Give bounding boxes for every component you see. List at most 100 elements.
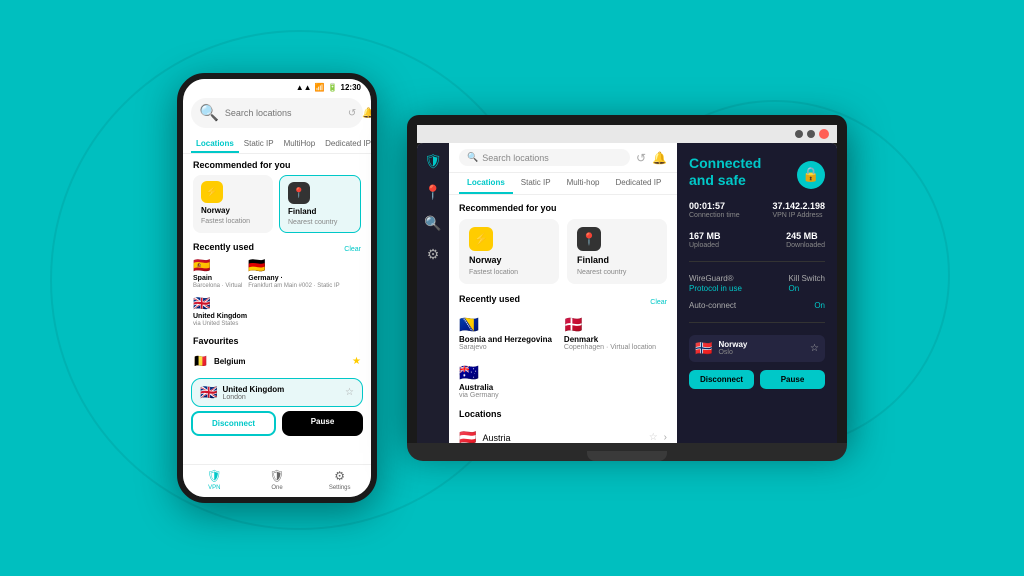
laptop-search-area: 🔍 Search locations ↺ 🔔 xyxy=(449,143,677,173)
austria-star[interactable]: ☆ xyxy=(649,432,658,443)
laptop-rec-finland-icon: 📍 xyxy=(577,227,601,251)
laptop-filter-icon[interactable]: ↺ xyxy=(636,151,646,165)
bosnia-city: Sarajevo xyxy=(459,344,487,351)
conn-feature-row: WireGuard® Protocol in use Kill Switch O… xyxy=(689,274,825,293)
nav-settings[interactable]: ⚙ Settings xyxy=(308,469,371,491)
austria-chevron[interactable]: › xyxy=(664,432,667,443)
conn-ip-val: 37.142.2.198 xyxy=(772,201,825,211)
screen-dot-2 xyxy=(807,130,815,138)
close-button[interactable] xyxy=(819,129,829,139)
disconnect-button[interactable]: Disconnect xyxy=(191,411,276,436)
conn-stat-ip: 37.142.2.198 VPN IP Address xyxy=(772,201,825,219)
phone-recent-list: 🇪🇸 Spain Barcelona · Virtual 🇩🇪 Germany … xyxy=(193,257,361,327)
uk-city: via United States xyxy=(193,321,238,327)
status-time: 12:30 xyxy=(341,83,361,92)
conn-downloaded-val: 245 MB xyxy=(786,231,825,241)
conn-action-buttons: Disconnect Pause xyxy=(689,370,825,389)
connected-header-row: Connected and safe 🔒 xyxy=(689,155,825,189)
denmark-city: Copenhagen · Virtual location xyxy=(564,344,656,351)
conn-stats-row2: 167 MB Uploaded 245 MB Downloaded xyxy=(689,231,825,249)
fav-belgium[interactable]: 🇧🇪 Belgium ★ xyxy=(193,351,361,371)
norway-star-connected[interactable]: ☆ xyxy=(810,343,819,354)
search-input[interactable] xyxy=(225,108,342,118)
tab-dedicated-ip[interactable]: Dedicated IP xyxy=(320,136,371,153)
laptop-rec-norway-name: Norway xyxy=(469,255,549,265)
laptop-tabs: Locations Static IP Multi-hop Dedicated … xyxy=(449,173,677,195)
recent-spain[interactable]: 🇪🇸 Spain Barcelona · Virtual xyxy=(193,257,242,289)
phone-content: 🔍 ↺ 🔔 Locations Static IP MultiHop Dedic… xyxy=(183,94,371,462)
conn-autoconnect-val: On xyxy=(814,301,825,310)
rec-card-norway[interactable]: ⚡ Norway Fastest location xyxy=(193,175,273,233)
connected-bar: 🇬🇧 United Kingdom London ☆ xyxy=(191,378,363,407)
laptop-rec-norway[interactable]: ⚡ Norway Fastest location xyxy=(459,219,559,284)
laptop-rec-finland[interactable]: 📍 Finland Nearest country xyxy=(567,219,667,284)
screen-dot-1 xyxy=(795,130,803,138)
laptop-search-box[interactable]: 🔍 Search locations xyxy=(459,149,630,166)
laptop-base xyxy=(407,443,847,461)
battery-icon: 🔋 xyxy=(328,83,338,92)
connected-name: United Kingdom xyxy=(222,385,340,394)
laptop-recent-australia[interactable]: 🇦🇺 Australia via Germany xyxy=(459,363,499,399)
belgium-name: Belgium xyxy=(214,357,346,366)
tab-static-ip[interactable]: Static IP xyxy=(239,136,279,153)
pause-button[interactable]: Pause xyxy=(282,411,363,436)
laptop: 🛡 📍 🔍 ⚙ 🔍 Search locations ↺ 🔔 xyxy=(407,115,847,461)
recent-germany[interactable]: 🇩🇪 Germany · Frankfurt am Main #002 · St… xyxy=(248,257,339,289)
spain-name: Spain xyxy=(193,275,212,282)
conn-wireguard-sub: Protocol in use xyxy=(689,284,742,293)
nav-vpn[interactable]: 🛡 VPN xyxy=(183,469,246,491)
laptop-recently-used-title: Recently used xyxy=(459,294,520,304)
phone-recommended-section: Recommended for you ⚡ Norway Fastest loc… xyxy=(183,154,371,236)
connected-title: Connected and safe xyxy=(689,155,761,189)
nav-one[interactable]: 🛡 One xyxy=(246,469,309,491)
conn-norway-row[interactable]: 🇳🇴 Norway Oslo ☆ xyxy=(689,335,825,362)
spain-flag: 🇪🇸 xyxy=(193,257,210,274)
clear-button[interactable]: Clear xyxy=(344,246,361,253)
laptop-loc-austria[interactable]: 🇦🇹 Austria ☆ › xyxy=(459,425,667,443)
belgium-flag: 🇧🇪 xyxy=(193,354,208,368)
laptop-bell-icon[interactable]: 🔔 xyxy=(652,151,667,165)
laptop-scroll-area: Recommended for you ⚡ Norway Fastest loc… xyxy=(449,195,677,443)
australia-flag-recent: 🇦🇺 xyxy=(459,363,479,383)
phone-recent-section: Recently used Clear 🇪🇸 Spain Barcelona ·… xyxy=(183,236,371,330)
laptop-disconnect-button[interactable]: Disconnect xyxy=(689,370,754,389)
conn-uploaded-val: 167 MB xyxy=(689,231,721,241)
laptop-pause-button[interactable]: Pause xyxy=(760,370,825,389)
conn-autoconnect-row: Auto-connect On xyxy=(689,301,825,310)
laptop-screen-outer: 🛡 📍 🔍 ⚙ 🔍 Search locations ↺ 🔔 xyxy=(407,115,847,443)
denmark-name: Denmark xyxy=(564,335,598,344)
laptop-recommended-title: Recommended for you xyxy=(459,203,667,213)
sidebar-shield-icon[interactable]: 🛡 xyxy=(424,153,442,170)
laptop-recent-denmark[interactable]: 🇩🇰 Denmark Copenhagen · Virtual location xyxy=(564,315,656,351)
connected-title-line1: Connected xyxy=(689,155,761,172)
phone-recommended-list: ⚡ Norway Fastest location 📍 Finland Near… xyxy=(193,175,361,233)
wifi-icon: 📶 xyxy=(315,83,325,92)
rec-card-finland[interactable]: 📍 Finland Nearest country xyxy=(279,175,361,233)
sidebar-settings-icon[interactable]: ⚙ xyxy=(427,246,440,263)
laptop-tab-multihop[interactable]: Multi-hop xyxy=(559,173,608,194)
rec-icon-finland: 📍 xyxy=(288,182,310,204)
recent-header: Recently used Clear xyxy=(193,242,361,257)
laptop-tab-dedicated-ip[interactable]: Dedicated IP xyxy=(607,173,669,194)
rec-sub-norway: Fastest location xyxy=(201,218,250,225)
austria-flag: 🇦🇹 xyxy=(459,429,476,443)
laptop-screen-inner: 🛡 📍 🔍 ⚙ 🔍 Search locations ↺ 🔔 xyxy=(417,143,837,443)
phone-search-bar[interactable]: 🔍 ↺ 🔔 xyxy=(191,98,363,128)
sidebar-search-icon[interactable]: 🔍 xyxy=(424,215,441,232)
laptop-clear-button[interactable]: Clear xyxy=(650,299,667,306)
laptop-tab-static-ip[interactable]: Static IP xyxy=(513,173,559,194)
connected-star[interactable]: ☆ xyxy=(345,387,354,398)
germany-city: Frankfurt am Main #002 · Static IP xyxy=(248,283,339,289)
phone-tabs: Locations Static IP MultiHop Dedicated I… xyxy=(183,132,371,154)
sidebar-location-icon[interactable]: 📍 xyxy=(424,184,441,201)
laptop-tab-locations[interactable]: Locations xyxy=(459,173,513,194)
norway-sub-connected: Oslo xyxy=(718,349,804,356)
recent-uk[interactable]: 🇬🇧 United Kingdom via United States xyxy=(193,295,247,327)
tab-locations[interactable]: Locations xyxy=(191,136,239,153)
conn-uploaded-label: Uploaded xyxy=(689,242,721,249)
tab-multihop[interactable]: MultiHop xyxy=(279,136,321,153)
bosnia-name: Bosnia and Herzegovina xyxy=(459,335,552,344)
austria-name: Austria xyxy=(482,433,642,443)
conn-stat-downloaded: 245 MB Downloaded xyxy=(786,231,825,249)
laptop-recent-bosnia[interactable]: 🇧🇦 Bosnia and Herzegovina Sarajevo xyxy=(459,315,552,351)
